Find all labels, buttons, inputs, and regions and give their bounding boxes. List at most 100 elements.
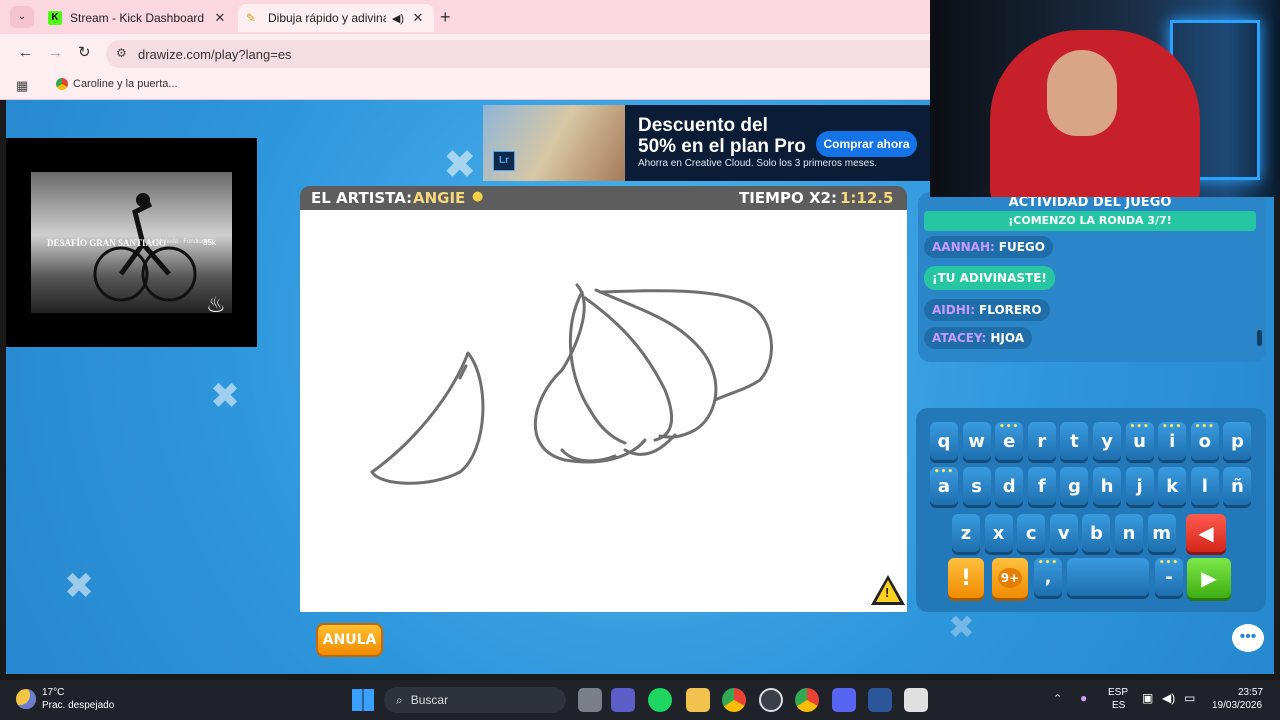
dash-key[interactable]: ••• - [1155, 558, 1183, 596]
apps-grid-icon[interactable]: ▦ [16, 78, 28, 94]
report-warning-icon[interactable]: ! [871, 575, 905, 605]
obs-icon[interactable] [759, 688, 783, 712]
ad-headline-2: 50% en el plan Pro [638, 136, 806, 157]
close-tab-icon[interactable]: ✕ [212, 10, 228, 26]
hint-count-key[interactable]: 9+ [992, 558, 1028, 598]
weather-desc: Prac. despejado [42, 700, 115, 711]
key-w[interactable]: w [962, 422, 991, 460]
chrome-active-icon[interactable] [795, 688, 819, 712]
enter-key[interactable]: ▶ [1187, 558, 1231, 598]
volume-icon[interactable]: ◀) [1162, 691, 1175, 705]
hint-key[interactable]: ! [948, 558, 984, 598]
key-y[interactable]: y [1093, 422, 1121, 460]
start-windows-icon[interactable] [352, 689, 374, 711]
key-v[interactable]: v [1049, 514, 1078, 552]
key-x[interactable]: x [984, 514, 1013, 552]
key-b[interactable]: b [1082, 514, 1111, 552]
tray-chevron-icon[interactable]: ⌃ [1053, 692, 1062, 705]
key-label: p [1230, 430, 1244, 452]
clock-time[interactable]: 23:57 [1238, 687, 1263, 698]
key-i[interactable]: ••• i [1158, 422, 1187, 460]
key-o[interactable]: ••• o [1190, 422, 1219, 460]
key-label: - [1165, 566, 1173, 588]
forward-icon[interactable]: → [48, 44, 63, 61]
key-label: n [1122, 522, 1136, 544]
ad-cta-button[interactable]: Comprar ahora [816, 131, 917, 157]
key-g[interactable]: g [1060, 467, 1089, 505]
key-u[interactable]: ••• u [1125, 422, 1154, 460]
space-key[interactable] [1067, 558, 1149, 596]
key-label: h [1100, 475, 1114, 497]
tab-kick-dashboard[interactable]: K Stream - Kick Dashboard ✕ [40, 4, 236, 32]
key-e[interactable]: ••• e [995, 422, 1024, 460]
speaker-icon[interactable]: ◀) [392, 12, 404, 25]
key-a[interactable]: ••• a [930, 467, 958, 505]
task-view-icon[interactable] [578, 688, 602, 712]
artist-name: ANGIE [413, 189, 466, 207]
key-l[interactable]: l [1190, 467, 1219, 505]
accent-dots: ••• [1037, 558, 1059, 568]
key-label: c [1025, 522, 1037, 544]
file-explorer-icon[interactable] [686, 688, 710, 712]
warning-glyph: ! [885, 585, 890, 600]
chrome-icon[interactable] [722, 688, 746, 712]
accent-dots: ••• [933, 467, 955, 477]
key-f[interactable]: f [1027, 467, 1056, 505]
key-m[interactable]: m [1147, 514, 1176, 552]
tab-drawize[interactable]: ✎ Dibuja rápido y adivina ◀) ✕ [238, 4, 434, 32]
discord-icon[interactable] [832, 688, 856, 712]
key-q[interactable]: q [930, 422, 958, 460]
canvas-header: EL ARTISTA: ANGIE ● TIEMPO X2: 1:12.5 [300, 186, 907, 210]
key-label: s [971, 475, 982, 497]
spotify-icon[interactable] [648, 688, 672, 712]
address-bar[interactable]: ⚙ drawize.com/play?lang=es [106, 40, 930, 68]
language-bottom[interactable]: ES [1112, 700, 1125, 711]
key-c[interactable]: c [1017, 514, 1046, 552]
language-top[interactable]: ESP [1108, 687, 1128, 698]
key-label: d [1002, 475, 1016, 497]
key-k[interactable]: k [1158, 467, 1187, 505]
key-label: ñ [1230, 475, 1244, 497]
accent-dots: ••• [999, 422, 1020, 432]
tab-title: Stream - Kick Dashboard [70, 11, 205, 25]
taskbar-search[interactable]: ⌕ Buscar [384, 687, 566, 713]
winamp-icon[interactable] [904, 688, 928, 712]
drawing-canvas[interactable] [300, 210, 907, 612]
ad-banner[interactable]: Lr Descuento del 50% en el plan Pro Ahor… [483, 105, 930, 181]
lemon-icon: ● [472, 189, 484, 204]
clock-date[interactable]: 19/03/2026 [1212, 700, 1262, 711]
comma-key[interactable]: ••• , [1034, 558, 1062, 596]
activity-scrollbar[interactable] [1257, 330, 1262, 346]
kick-logo-icon: K [48, 11, 62, 25]
timer-value: 1:12.5 [840, 189, 894, 207]
key-p[interactable]: p [1223, 422, 1252, 460]
close-tab-icon[interactable]: ✕ [410, 10, 426, 26]
skip-button[interactable]: ANULA [316, 623, 383, 657]
chat-bubble-icon[interactable]: ••• [1232, 624, 1264, 652]
key-n[interactable]: n [1115, 514, 1143, 552]
key-label: i [1169, 430, 1176, 452]
key-t[interactable]: t [1060, 422, 1089, 460]
key-h[interactable]: h [1093, 467, 1121, 505]
site-info-icon[interactable]: ⚙ [116, 46, 127, 60]
tab-search-button[interactable]: ⌄ [10, 6, 34, 28]
chrome-favicon-icon [56, 78, 68, 90]
backspace-key[interactable]: ◀ [1186, 514, 1226, 552]
key-d[interactable]: d [995, 467, 1024, 505]
key-label: o [1198, 430, 1211, 452]
bookmark-item[interactable]: Caroline y la puerta... [56, 78, 178, 90]
key-s[interactable]: s [962, 467, 991, 505]
word-icon[interactable] [868, 688, 892, 712]
new-tab-button[interactable]: + [440, 6, 460, 28]
back-icon[interactable]: ← [18, 44, 33, 61]
microphone-icon[interactable]: ● [1080, 691, 1087, 705]
key-r[interactable]: r [1027, 422, 1056, 460]
battery-icon[interactable]: ▭ [1184, 691, 1195, 705]
network-icon[interactable]: ▣ [1142, 691, 1153, 705]
key-z[interactable]: z [952, 514, 980, 552]
reload-icon[interactable]: ↻ [78, 43, 91, 61]
teams-icon[interactable] [611, 688, 635, 712]
key-ñ[interactable]: ñ [1223, 467, 1252, 505]
key-j[interactable]: j [1125, 467, 1154, 505]
key-label: j [1136, 475, 1143, 497]
